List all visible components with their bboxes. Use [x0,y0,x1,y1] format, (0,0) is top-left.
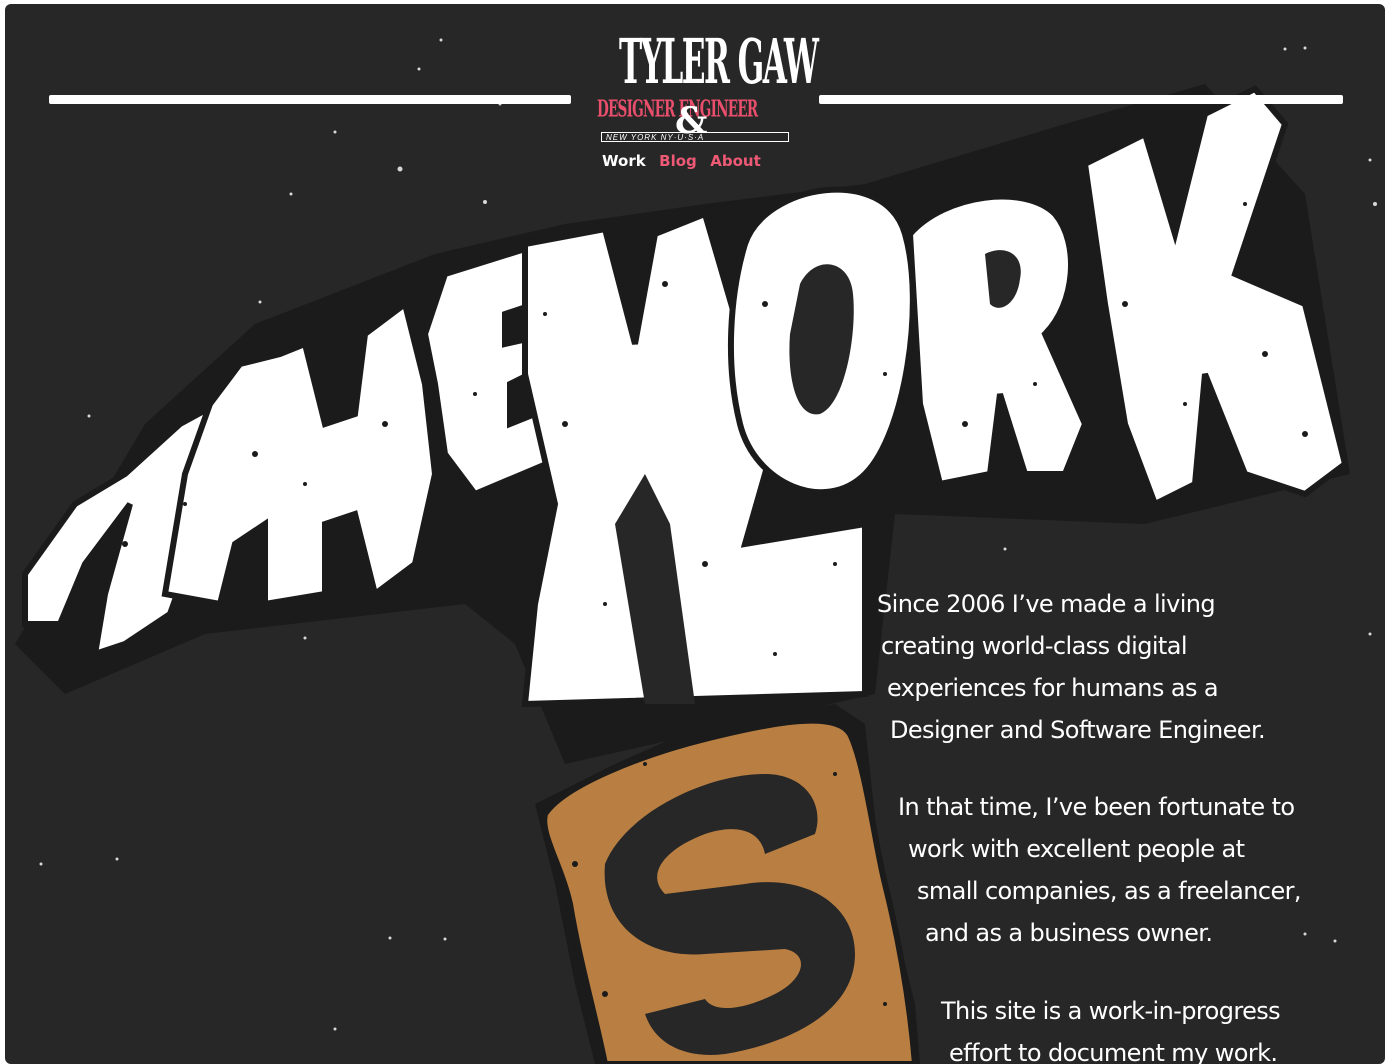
intro-line: small companies, as a freelancer, [917,877,1302,905]
intro-line: This site is a work-in-progress [941,997,1281,1025]
intro-line: effort to document my work. [949,1039,1278,1064]
intro-line: In that time, I’ve been fortunate to [898,793,1295,821]
intro-line: work with excellent people at [908,835,1245,863]
intro-line: Since 2006 I’ve made a living [877,590,1216,618]
intro-line: Designer and Software Engineer. [890,716,1266,744]
intro-line: and as a business owner. [925,919,1213,947]
intro-text: Since 2006 I’ve made a living creating w… [5,4,1385,1064]
intro-line: creating world-class digital [881,632,1188,660]
page-canvas: TYLER GAW DESIGNER ENGINEER & NEW YORK N… [5,4,1385,1064]
intro-line: experiences for humans as a [887,674,1219,702]
